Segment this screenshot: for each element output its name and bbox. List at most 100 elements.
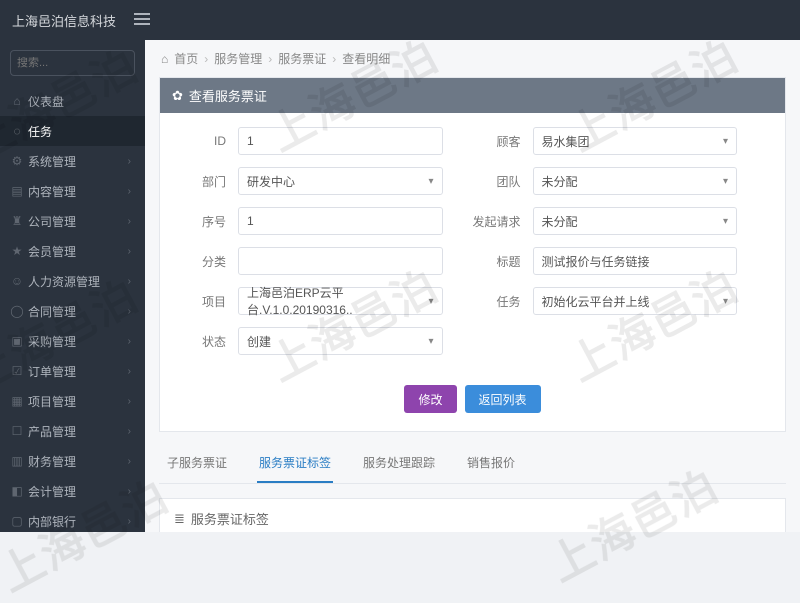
hamburger-icon[interactable]	[134, 13, 150, 28]
breadcrumb: ⌂ 首页 › 服务管理 › 服务票证 › 查看明细	[145, 40, 800, 77]
select-task[interactable]: 初始化云平台并上线	[533, 287, 738, 315]
field-title[interactable]	[533, 247, 738, 275]
nav-item-purchase[interactable]: ▣采购管理›	[0, 326, 145, 356]
crumb-home[interactable]: 首页	[174, 50, 198, 67]
building-icon: ♜	[14, 214, 20, 228]
user-icon: ☺	[14, 274, 20, 288]
tab-ticket-tag[interactable]: 服务票证标签	[257, 444, 333, 483]
nav-label: 内容管理	[28, 183, 76, 200]
cart-icon: ▣	[14, 334, 20, 348]
label-category: 分类	[178, 247, 238, 275]
label-title: 标题	[473, 247, 533, 275]
nav-item-task[interactable]: ◌任务	[0, 116, 145, 146]
tab-service-track[interactable]: 服务处理跟踪	[361, 444, 437, 483]
nav-label: 产品管理	[28, 423, 76, 440]
label-project: 项目	[178, 287, 238, 315]
select-value: 上海邑泊ERP云平台.V.1.0.20190316..	[247, 284, 434, 318]
detail-panel: ✿ 查看服务票证 ID 顾客 易水集团 部门 研发中心 团队 未分配 序号	[159, 77, 786, 432]
nav-label: 公司管理	[28, 213, 76, 230]
list-icon: ≣	[174, 511, 185, 527]
chevron-right-icon: ›	[128, 366, 131, 377]
edit-button[interactable]: 修改	[404, 385, 456, 413]
nav-item-finance[interactable]: ▥财务管理›	[0, 446, 145, 476]
content-area: ⌂ 首页 › 服务管理 › 服务票证 › 查看明细 ✿ 查看服务票证 ID 顾客…	[145, 40, 800, 532]
tab-sales-quote[interactable]: 销售报价	[465, 444, 517, 483]
back-button[interactable]: 返回列表	[465, 385, 541, 413]
field-seq[interactable]	[238, 207, 443, 235]
panel-title: 查看服务票证	[189, 86, 267, 105]
nav-item-account[interactable]: ◧会计管理›	[0, 476, 145, 506]
label-id: ID	[178, 127, 238, 155]
nav-label: 仪表盘	[28, 93, 64, 110]
crumb-a[interactable]: 服务管理	[214, 50, 262, 67]
nav-label: 人力资源管理	[28, 273, 100, 290]
nav-item-bank[interactable]: ▢ 内部银行 ›	[0, 506, 145, 532]
chevron-right-icon: ›	[128, 246, 131, 257]
sub-tabs: 子服务票证 服务票证标签 服务处理跟踪 销售报价	[159, 444, 786, 484]
nav-item-contract[interactable]: ◯合同管理›	[0, 296, 145, 326]
subpanel-title: 服务票证标签	[191, 509, 269, 528]
box-icon: ☐	[14, 424, 20, 438]
chevron-right-icon: ›	[128, 216, 131, 227]
nav-label: 采购管理	[28, 333, 76, 350]
select-customer[interactable]: 易水集团	[533, 127, 738, 155]
label-seq: 序号	[178, 207, 238, 235]
gear-icon: ⚙	[14, 154, 20, 168]
nav-item-content[interactable]: ▤内容管理›	[0, 176, 145, 206]
chevron-right-icon: ›	[128, 456, 131, 467]
bank-icon: ▢	[14, 514, 20, 528]
label-state: 状态	[178, 327, 238, 355]
nav-label: 内部银行	[28, 513, 76, 530]
topbar: 上海邑泊信息科技	[0, 0, 800, 40]
select-value: 研发中心	[247, 173, 295, 190]
brand-logo: 上海邑泊信息科技	[12, 11, 116, 30]
chevron-right-icon: ›	[128, 516, 131, 527]
grid-icon: ▦	[14, 394, 20, 408]
tab-sub-ticket[interactable]: 子服务票证	[165, 444, 229, 483]
panel-header: ✿ 查看服务票证	[160, 78, 785, 113]
chevron-right-icon: ›	[128, 276, 131, 287]
chevron-right-icon: ›	[128, 426, 131, 437]
sidebar-search[interactable]: 🔍	[10, 50, 135, 76]
select-team[interactable]: 未分配	[533, 167, 738, 195]
nav-item-project[interactable]: ▦ 项目管理 ›	[0, 386, 145, 416]
field-category[interactable]	[238, 247, 443, 275]
select-value: 创建	[247, 333, 271, 350]
tag-panel: ≣ 服务票证标签 标签标识 标签 标签类型 1 邑泊云 产品	[159, 498, 786, 532]
nav-item-product[interactable]: ☐ 产品管理 ›	[0, 416, 145, 446]
search-input[interactable]	[17, 57, 159, 69]
select-value: 未分配	[542, 213, 578, 230]
nav-item-order[interactable]: ☑订单管理›	[0, 356, 145, 386]
nav-list: ⌂仪表盘 ◌任务 ⚙系统管理› ▤内容管理› ♜公司管理› ★会员管理› ☺人力…	[0, 86, 145, 532]
nav-item-member[interactable]: ★ 会员管理 ›	[0, 236, 145, 266]
label-request: 发起请求	[473, 207, 533, 235]
nav-label: 会员管理	[28, 243, 76, 260]
chevron-right-icon: ›	[128, 186, 131, 197]
field-id[interactable]	[238, 127, 443, 155]
nav-label: 系统管理	[28, 153, 76, 170]
home-icon[interactable]: ⌂	[161, 52, 168, 66]
chevron-right-icon: ›	[332, 52, 336, 66]
chevron-right-icon: ›	[128, 156, 131, 167]
crumb-c: 查看明细	[342, 50, 390, 67]
nav-label: 项目管理	[28, 393, 76, 410]
star-icon: ★	[14, 244, 20, 258]
crumb-b[interactable]: 服务票证	[278, 50, 326, 67]
chevron-right-icon: ›	[128, 306, 131, 317]
select-project[interactable]: 上海邑泊ERP云平台.V.1.0.20190316..	[238, 287, 443, 315]
select-request[interactable]: 未分配	[533, 207, 738, 235]
nav-item-company[interactable]: ♜ 公司管理 ›	[0, 206, 145, 236]
action-buttons: 修改 返回列表	[160, 371, 785, 431]
sidebar: 🔍 ⌂仪表盘 ◌任务 ⚙系统管理› ▤内容管理› ♜公司管理› ★会员管理› ☺…	[0, 40, 145, 532]
chevron-right-icon: ›	[268, 52, 272, 66]
nav-item-dashboard[interactable]: ⌂仪表盘	[0, 86, 145, 116]
select-dept[interactable]: 研发中心	[238, 167, 443, 195]
label-team: 团队	[473, 167, 533, 195]
label-customer: 顾客	[473, 127, 533, 155]
nav-item-system[interactable]: ⚙ 系统管理 ›	[0, 146, 145, 176]
nav-item-hr[interactable]: ☺ 人力资源管理 ›	[0, 266, 145, 296]
detail-form: ID 顾客 易水集团 部门 研发中心 团队 未分配 序号 发起请求 未分配	[160, 113, 785, 371]
subpanel-header: ≣ 服务票证标签	[160, 499, 785, 532]
select-state[interactable]: 创建	[238, 327, 443, 355]
chevron-right-icon: ›	[128, 396, 131, 407]
